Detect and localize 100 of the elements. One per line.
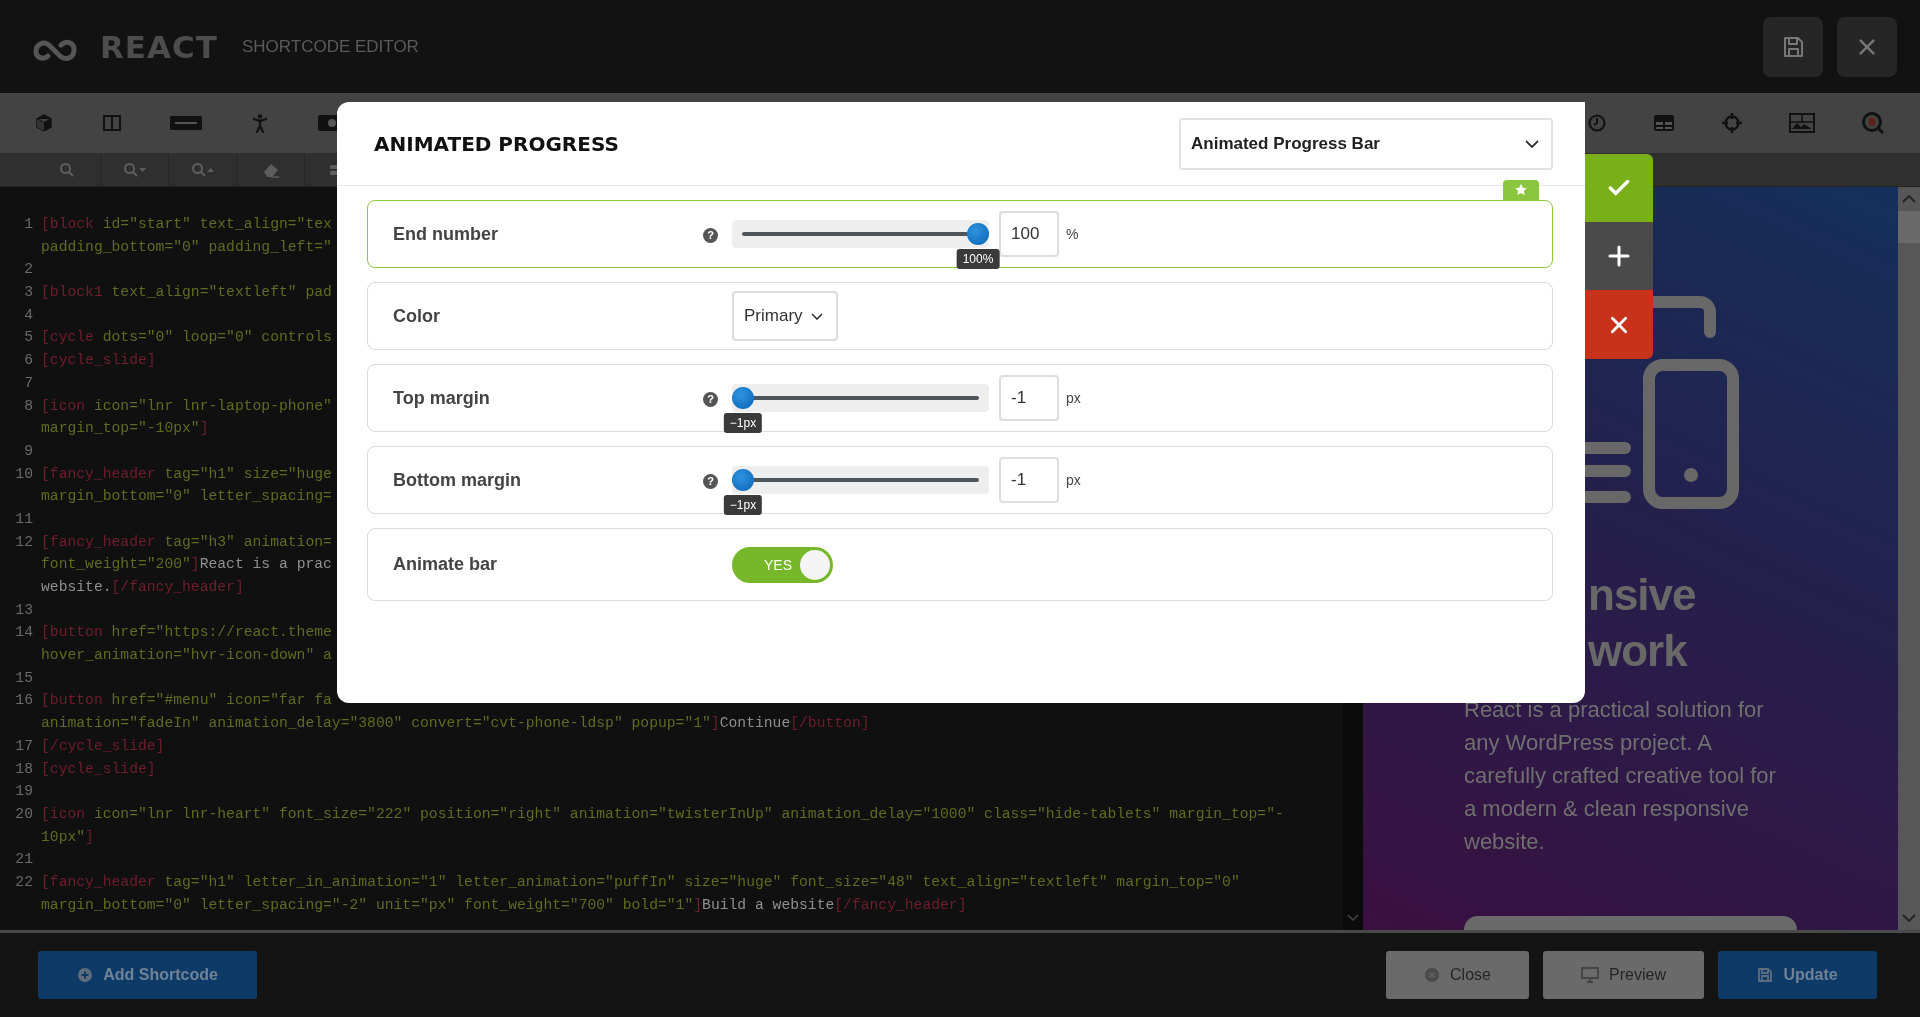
code-line: [cycle dots="0" loop="0" controls — [41, 329, 332, 346]
scroll-down-icon[interactable] — [1902, 914, 1916, 922]
slider-handle[interactable] — [732, 469, 754, 491]
gallery-icon[interactable] — [1789, 113, 1815, 133]
line-number: 13 — [14, 600, 33, 620]
unit-label: px — [1066, 472, 1081, 488]
scroll-down-icon[interactable] — [1347, 914, 1359, 922]
chevron-down-icon[interactable] — [810, 312, 823, 320]
unit-label: px — [1066, 390, 1081, 406]
crosshair-icon[interactable] — [1721, 112, 1743, 134]
scroll-thumb[interactable] — [1898, 211, 1920, 243]
code-line: margin_top="-10px"] — [41, 420, 209, 437]
code-line: padding_bottom="0" padding_left=" — [41, 238, 332, 255]
close-button[interactable] — [1837, 16, 1897, 77]
save-button[interactable] — [1763, 16, 1823, 77]
save-icon[interactable] — [1757, 967, 1774, 983]
code-line: margin_bottom="0" letter_spacing= — [41, 488, 332, 505]
value-tooltip: −1px — [723, 413, 763, 433]
table-icon[interactable] — [1653, 114, 1675, 132]
columns-icon[interactable] — [102, 113, 122, 133]
value-tooltip: −1px — [723, 495, 763, 515]
line-number: 3 — [23, 283, 33, 303]
line-number: 8 — [23, 396, 33, 416]
code-line: [/cycle_slide] — [41, 737, 165, 754]
line-number: 5 — [23, 328, 33, 348]
search-icon[interactable] — [1861, 111, 1885, 135]
line-number: 4 — [23, 305, 33, 325]
code-line: [icon icon="lnr lnr-heart" font_size="222" position="right" animation="twisterInUp" animation_delay="1000" class="hide-tablets" margin_top="- — [41, 805, 1284, 822]
line-number: 20 — [14, 804, 33, 824]
setting-label: End number — [393, 223, 499, 245]
dialog-title: ANIMATED PROGRESS — [374, 131, 620, 156]
cancel-button[interactable] — [1585, 290, 1653, 359]
confirm-button[interactable] — [1585, 154, 1653, 222]
scroll-up-icon[interactable] — [1902, 195, 1916, 203]
line-number: 2 — [23, 260, 33, 280]
line-number: 9 — [23, 441, 33, 461]
close-icon[interactable] — [1609, 314, 1629, 335]
line-number: 18 — [14, 759, 33, 779]
setting-label: Animate bar — [393, 554, 499, 575]
search-icon[interactable] — [58, 161, 75, 178]
number-input[interactable]: -1 — [999, 375, 1059, 421]
line-number: 21 — [14, 850, 33, 870]
help-icon[interactable]: ? — [703, 391, 718, 407]
find-previous-icon[interactable] — [190, 161, 215, 178]
slider-handle[interactable] — [967, 223, 989, 245]
chevron-down-icon[interactable] — [1525, 139, 1539, 148]
scrollbar[interactable] — [1898, 187, 1920, 930]
plus-circle-icon[interactable] — [77, 967, 94, 983]
logo-text: REACT — [100, 28, 218, 65]
slider-handle[interactable] — [732, 387, 754, 409]
help-icon[interactable]: ? — [703, 473, 718, 489]
person-icon[interactable] — [250, 113, 270, 133]
star-tab-icon[interactable] — [1503, 180, 1539, 200]
code-line: [cycle_slide] — [41, 352, 156, 369]
help-icon[interactable]: ? — [703, 227, 718, 243]
line-number: 15 — [14, 668, 33, 688]
line-number: 16 — [14, 691, 33, 711]
code-line: [fancy_header tag="h3" animation= — [41, 533, 332, 550]
cube-icon[interactable] — [34, 113, 54, 133]
clock-icon[interactable] — [1587, 113, 1607, 133]
line-number: 14 — [14, 623, 33, 643]
setting-label: Color — [393, 305, 441, 327]
save-icon[interactable] — [1781, 34, 1805, 59]
preview-heading: nsive — [1588, 569, 1697, 621]
number-input[interactable]: -1 — [999, 457, 1059, 503]
setting-label: Top margin — [393, 387, 491, 409]
number-input[interactable]: 100 — [999, 211, 1059, 257]
code-line: [button href="https://react.theme — [41, 624, 332, 641]
button-icon[interactable] — [170, 116, 202, 130]
preview-paragraph: React is a practical solution for any WordPress project. A carefully crafted creative tool for a modern & clean responsive website. — [1464, 696, 1777, 856]
line-number: 7 — [23, 373, 33, 393]
code-line: [block1 text_align="textleft" pad — [41, 284, 332, 301]
line-number: 1 — [23, 215, 33, 234]
setting-label: Bottom margin — [393, 469, 522, 491]
line-number: 22 — [14, 872, 33, 892]
code-line: [fancy_header tag="h1" letter_in_animation="1" letter_animation="puffIn" size="huge" font_size="48" text_align="textleft" margin_top="0" — [41, 873, 1240, 890]
line-number: 12 — [14, 532, 33, 552]
code-line: [fancy_header tag="h1" size="huge — [41, 465, 332, 482]
code-line: website.[/fancy_header] — [41, 579, 244, 595]
plus-icon[interactable] — [1607, 244, 1631, 268]
unit-label: % — [1066, 226, 1079, 242]
preview-button[interactable] — [1464, 916, 1797, 930]
editor-title: SHORTCODE EDITOR — [241, 36, 419, 57]
line-number: 6 — [23, 351, 33, 371]
eraser-icon[interactable] — [261, 161, 280, 178]
code-line: [button href="#menu" icon="far fa — [41, 692, 332, 709]
color-select[interactable]: Primary — [732, 291, 838, 341]
line-number: 10 — [14, 464, 33, 484]
find-next-icon[interactable] — [122, 161, 147, 178]
line-number: 11 — [14, 509, 33, 529]
line-number: 17 — [14, 736, 33, 756]
value-tooltip: 100% — [956, 249, 1000, 269]
code-line: hover_animation="hvr-icon-down" a — [41, 647, 332, 664]
code-line: animation="fadeIn" animation_delay="3800" convert="cvt-phone-ldsp" popup="1"]Continue[/button] — [41, 715, 870, 732]
code-line: font_weight="200"]React is a prac — [41, 556, 332, 573]
code-line: [icon icon="lnr lnr-laptop-phone" — [41, 397, 332, 414]
preview-heading: work — [1588, 625, 1689, 677]
add-button[interactable] — [1585, 222, 1653, 290]
preset-dropdown[interactable]: Animated Progress Bar — [1179, 117, 1553, 170]
code-line: [block id="start" text_align="tex — [41, 216, 332, 232]
